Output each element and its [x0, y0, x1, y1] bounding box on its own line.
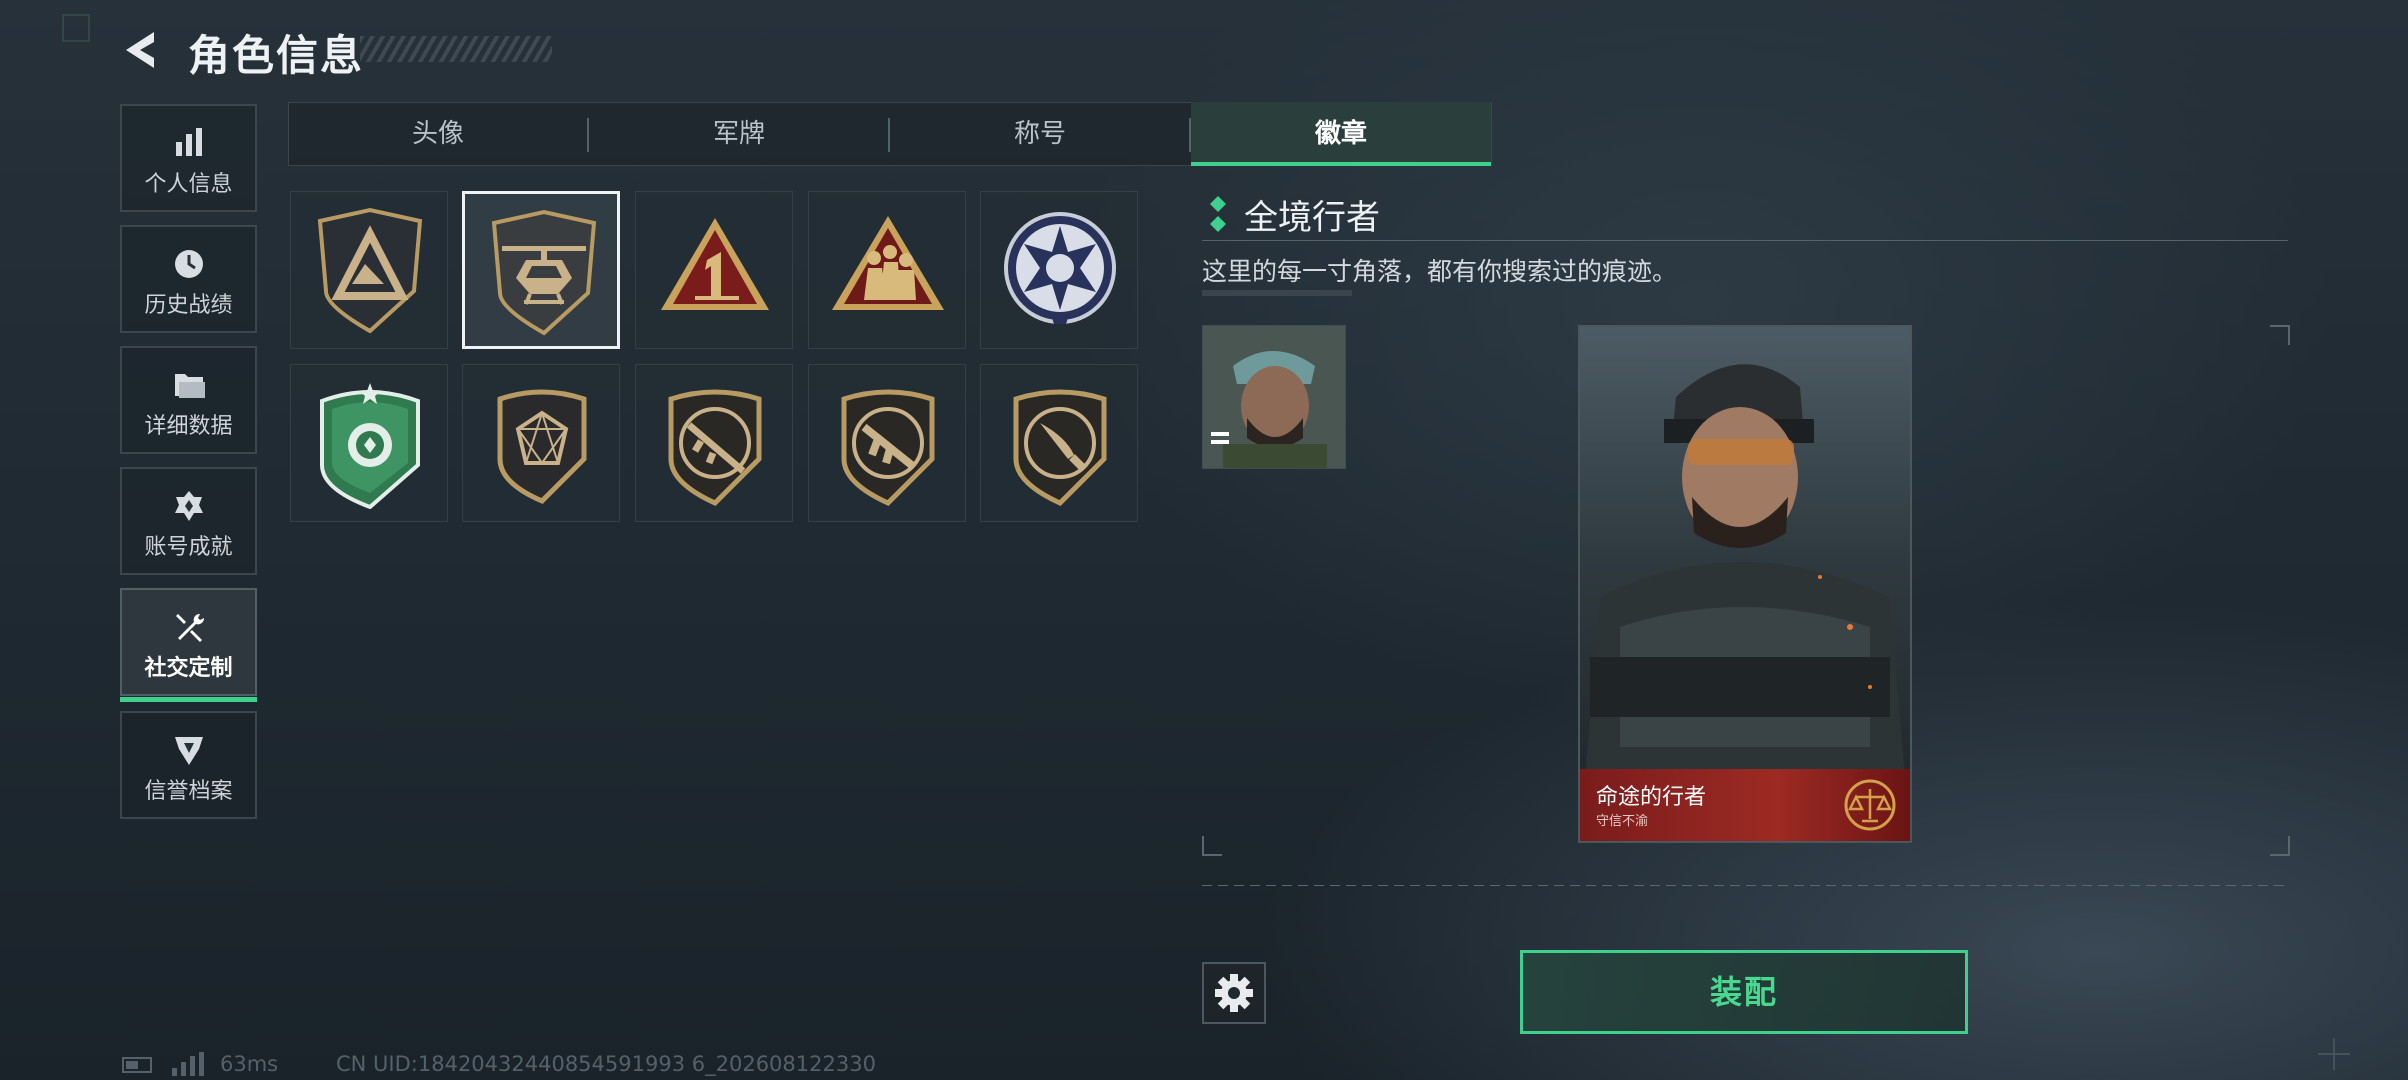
sidebar-item-detailed-data[interactable]: 详细数据: [120, 346, 257, 454]
star-wolf-badge-icon: [1004, 212, 1116, 324]
description-decoration: [1202, 290, 1352, 296]
frame-corner: [1202, 836, 1222, 856]
operator-card-art: [1580, 364, 1910, 841]
knife-badge-icon: [1013, 389, 1107, 506]
badge-star-wolf[interactable]: [980, 191, 1138, 349]
card-name-band: 命途的行者 守信不渝: [1580, 769, 1910, 841]
wrench-screwdriver-icon: [175, 613, 204, 642]
helicopter-badge-icon: [491, 209, 597, 336]
sidebar-item-social-custom[interactable]: 社交定制: [120, 588, 257, 702]
squad-badge-icon: [832, 216, 944, 310]
bar-chart-icon: [175, 128, 202, 156]
battery-icon: [122, 1057, 152, 1073]
rifle-badge-icon: [668, 389, 762, 506]
diamond-icon: [1210, 196, 1226, 232]
folder-icon: [174, 374, 205, 398]
card-name: 命途的行者: [1596, 785, 1707, 810]
operator-card: 命途的行者 守信不渝: [1578, 325, 1912, 843]
badge-crystal[interactable]: [462, 364, 620, 522]
badge-name: 全境行者: [1244, 198, 1380, 238]
operator-face-image: [1203, 326, 1345, 468]
title-divider: [1202, 240, 2288, 241]
page-title: 角色信息: [188, 31, 365, 80]
badge-knife[interactable]: [980, 364, 1138, 522]
sidebar-item-history[interactable]: 历史战绩: [120, 225, 257, 333]
equip-button[interactable]: 装配: [1520, 950, 1968, 1034]
sidebar-item-personal-info[interactable]: 个人信息: [120, 104, 257, 212]
smg-badge-icon: [841, 389, 935, 506]
badge-helicopter[interactable]: [462, 191, 620, 349]
badge-smg[interactable]: [808, 364, 966, 522]
sidebar-item-label: 社交定制: [144, 656, 233, 681]
gear-icon: [1215, 974, 1253, 1012]
triangle-shield-badge-icon: [317, 207, 423, 334]
back-button[interactable]: [118, 26, 166, 74]
card-subtitle: 守信不渝: [1596, 814, 1649, 829]
corner-decoration: [62, 14, 90, 42]
sidebar-item-achievements[interactable]: 账号成就: [120, 467, 257, 575]
badge-green-shield[interactable]: [290, 364, 448, 522]
badge-number-one[interactable]: [635, 191, 793, 349]
sidebar-item-label: 历史战绩: [144, 293, 233, 318]
section-divider: [1202, 885, 2288, 886]
reputation-icon: [174, 737, 203, 765]
plus-decoration-icon: [2318, 1038, 2350, 1070]
title-decoration: [360, 36, 552, 62]
number-one-badge-icon: [661, 218, 769, 310]
settings-button[interactable]: [1202, 962, 1266, 1024]
badge-description: 这里的每一寸角落，都有你搜索过的痕迹。: [1202, 257, 1678, 286]
frame-corner: [2270, 836, 2290, 856]
tab-avatar[interactable]: 头像: [288, 102, 588, 166]
badge-rifle[interactable]: [635, 364, 793, 522]
sidebar-item-label: 详细数据: [144, 414, 233, 439]
ping-text: 63ms: [220, 1052, 279, 1076]
sidebar-item-reputation[interactable]: 信誉档案: [120, 711, 257, 819]
achievement-icon: [174, 491, 203, 521]
crystal-badge-icon: [497, 389, 587, 504]
tab-badge[interactable]: 徽章: [1191, 102, 1491, 166]
badge-squad[interactable]: [808, 191, 966, 349]
sidebar-item-label: 个人信息: [144, 172, 233, 197]
frame-corner: [2270, 325, 2290, 345]
tab-dogtag[interactable]: 军牌: [589, 102, 889, 166]
tab-title[interactable]: 称号: [890, 102, 1190, 166]
signal-icon: [172, 1052, 206, 1076]
operator-portrait[interactable]: [1202, 325, 1346, 469]
uid-text: CN UID:18420432440854591993 6_2026081223…: [336, 1052, 876, 1076]
scales-emblem-icon: [1844, 779, 1896, 831]
sidebar-item-label: 账号成就: [144, 535, 233, 560]
green-shield-badge-icon: [320, 383, 420, 509]
badge-triangle-shield[interactable]: [290, 191, 448, 349]
clock-icon: [174, 250, 203, 278]
sidebar-item-label: 信誉档案: [144, 779, 233, 804]
back-arrow-icon: [126, 32, 154, 68]
